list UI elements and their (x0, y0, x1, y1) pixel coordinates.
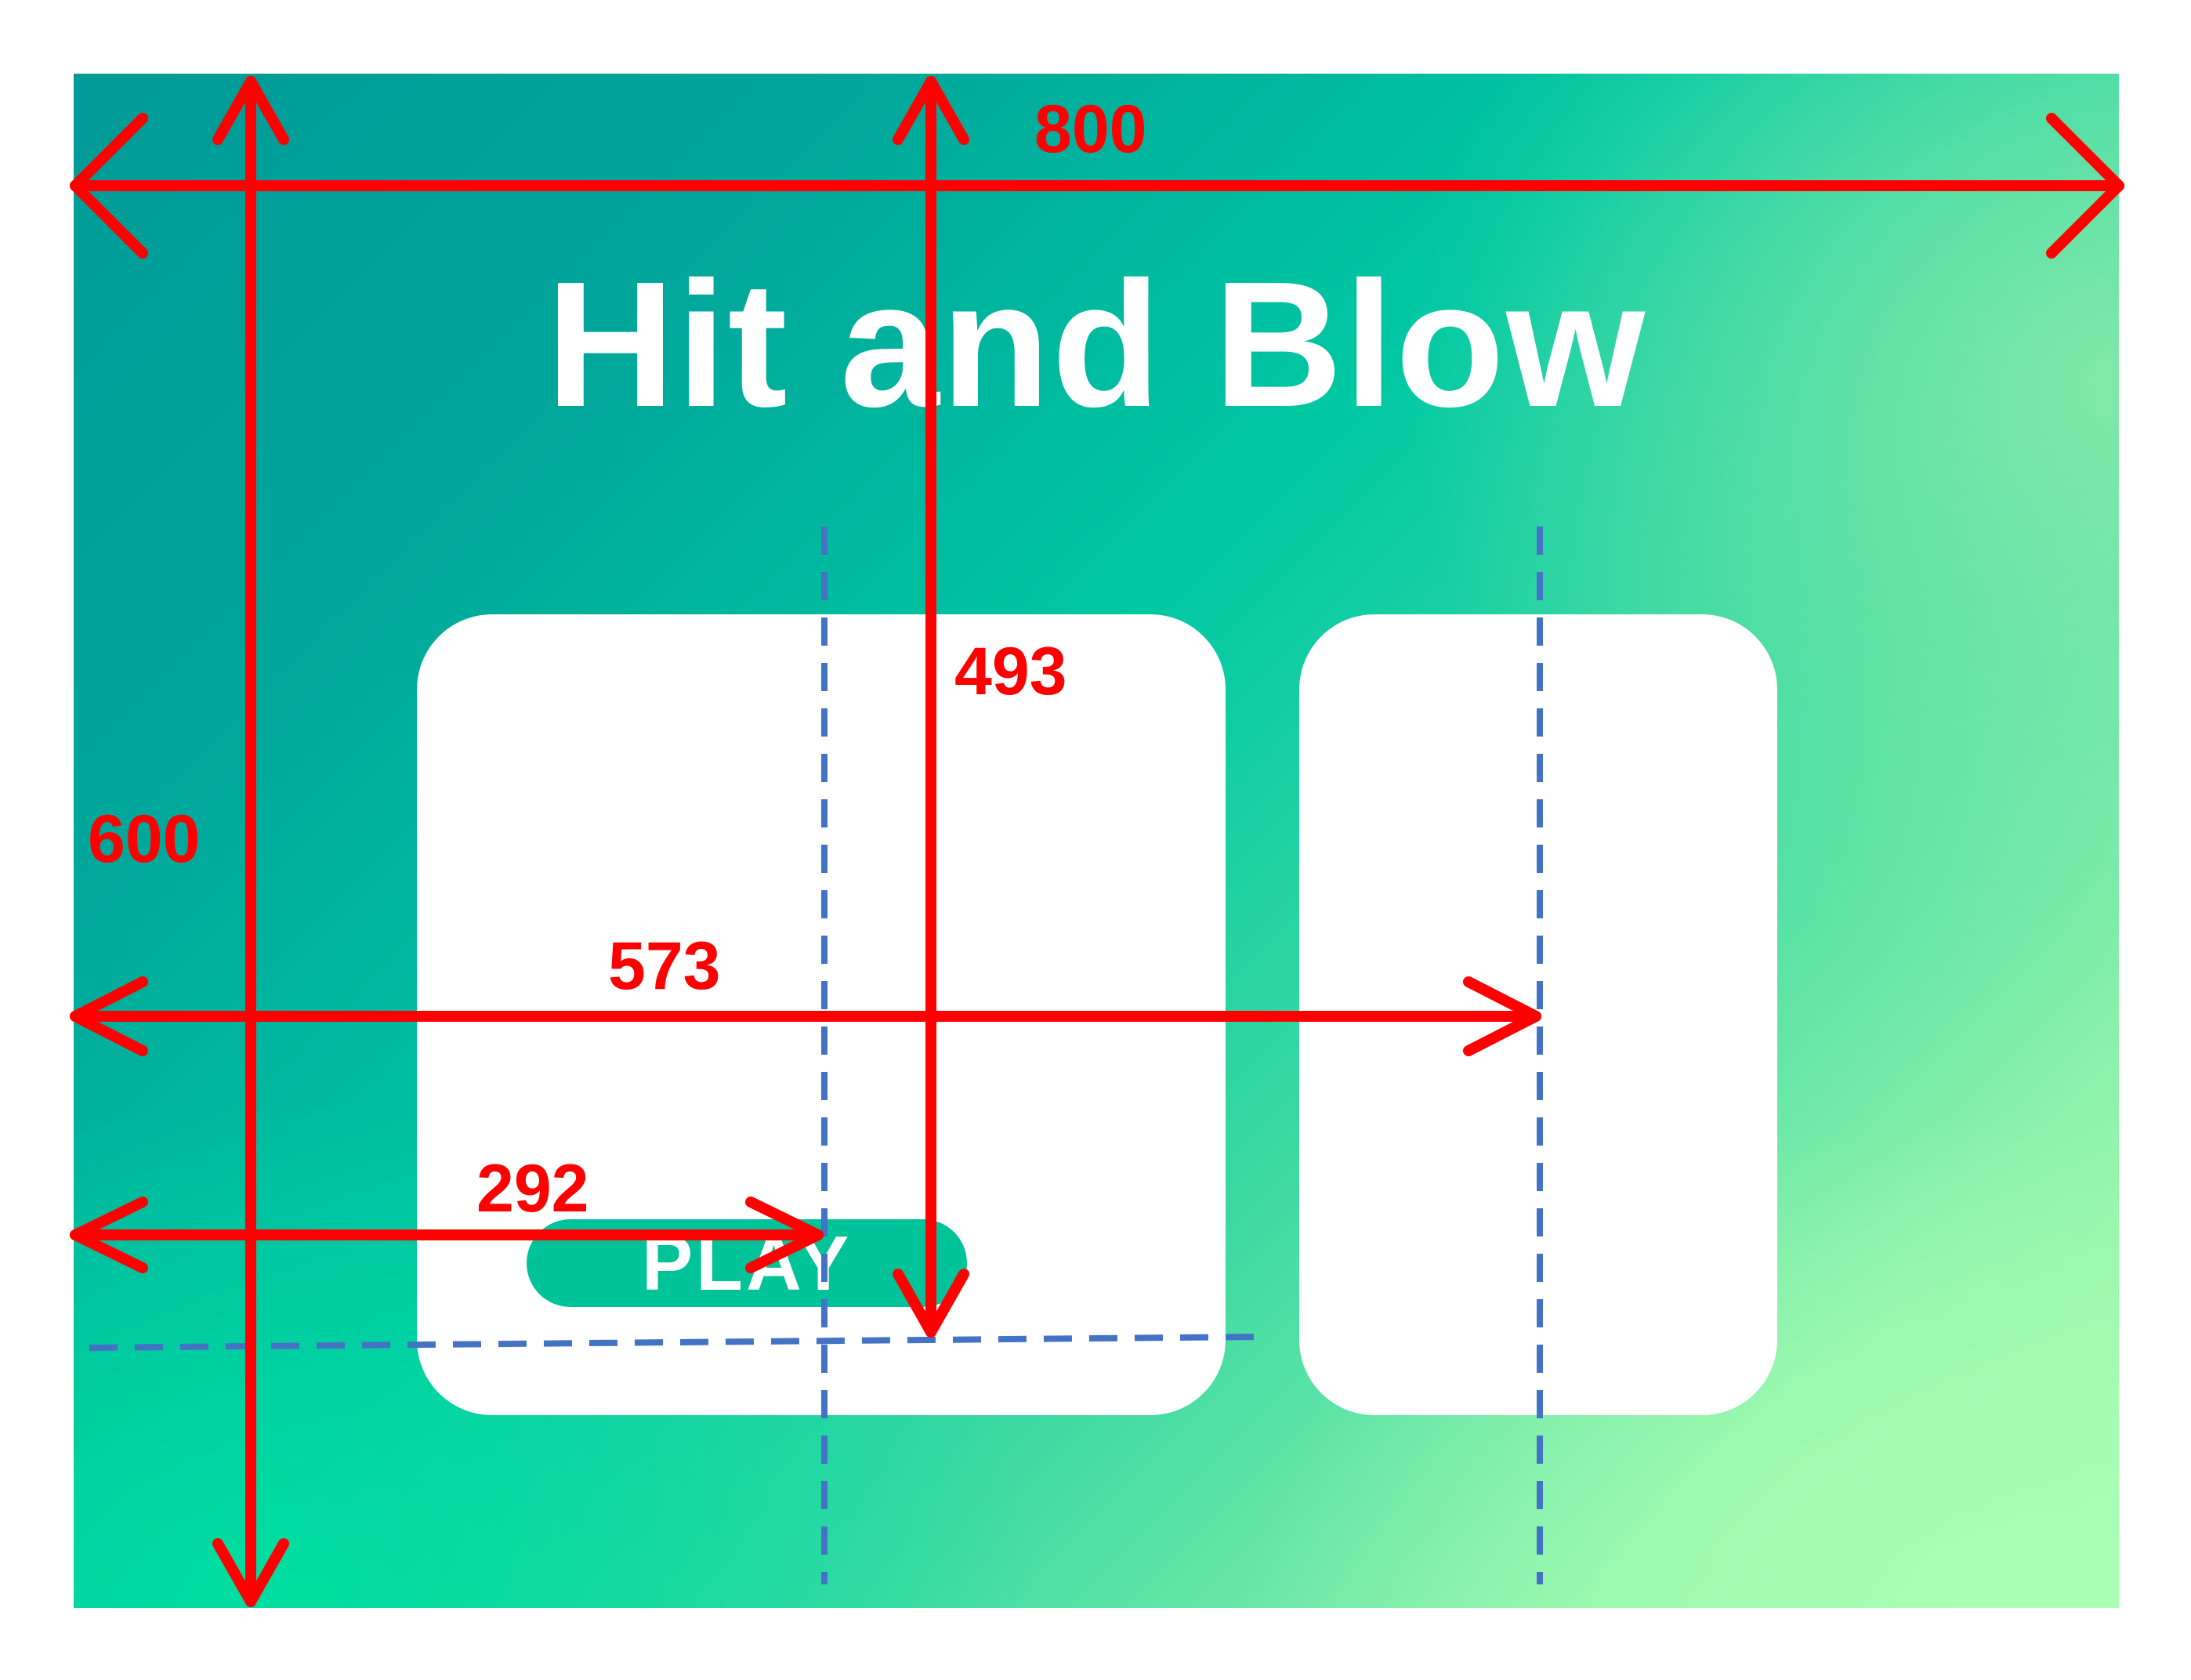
side-panel-center-x-label: 573 (608, 929, 721, 1004)
dimension-overlay: 800 600 493 573 292 (70, 76, 2124, 1607)
play-center-y-label: 493 (954, 634, 1067, 709)
width-dimension-label: 800 (1034, 92, 1147, 167)
guide-line-play-center (89, 1334, 1262, 1351)
height-dimension-label: 600 (88, 802, 201, 877)
height-dimension-arrow (212, 76, 289, 1607)
side-panel-center-x-arrow (70, 976, 1541, 1056)
main-panel-center-x-label: 292 (476, 1151, 589, 1226)
main-panel-center-x-arrow (70, 1197, 824, 1273)
